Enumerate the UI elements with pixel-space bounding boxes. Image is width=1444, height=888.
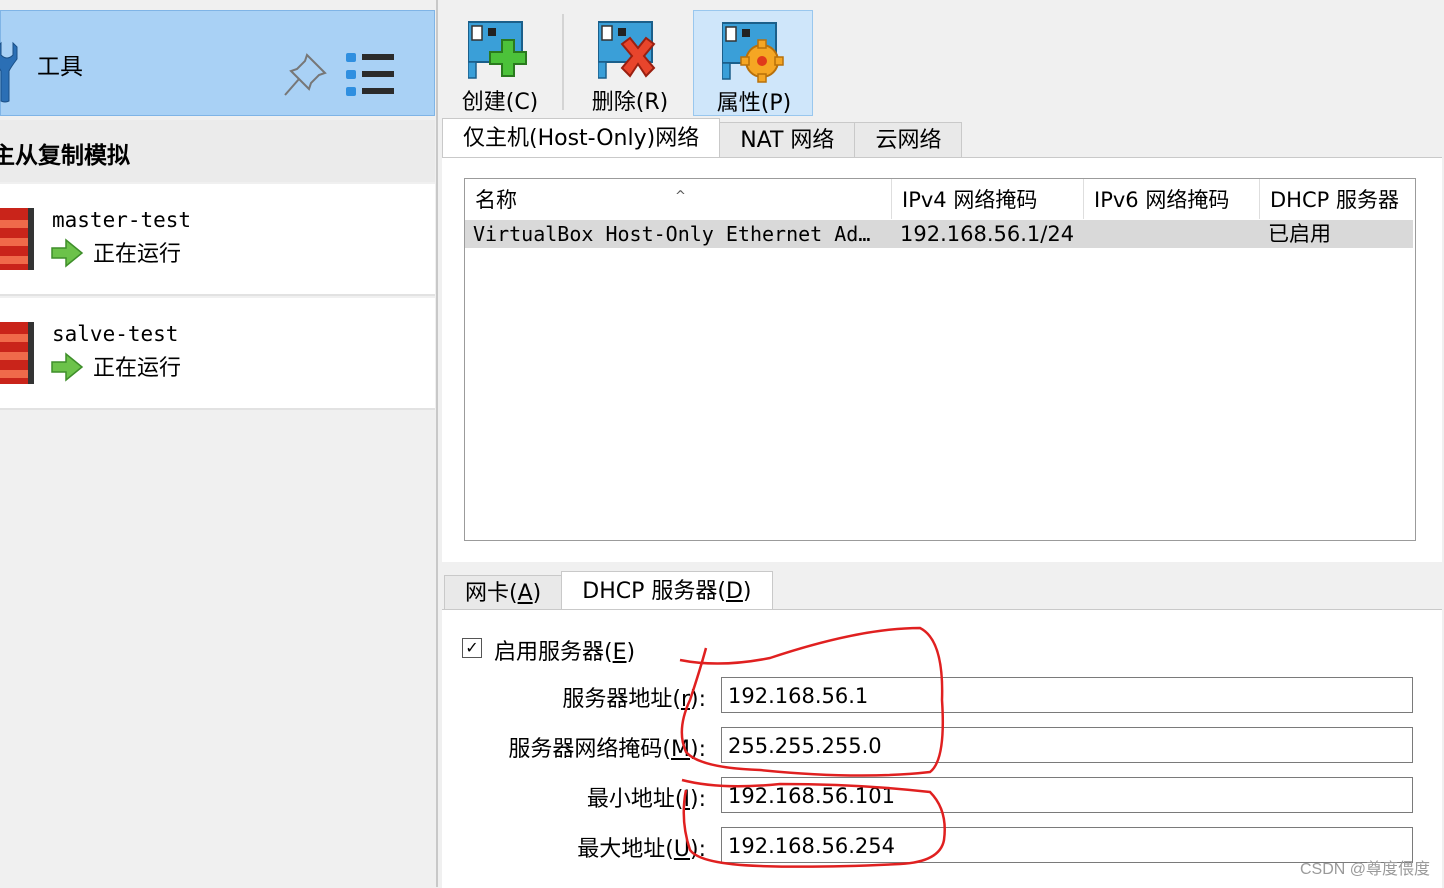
- red-annotation-circles: [679, 626, 946, 868]
- watermark: CSDN @尊度偎度: [1299, 861, 1430, 878]
